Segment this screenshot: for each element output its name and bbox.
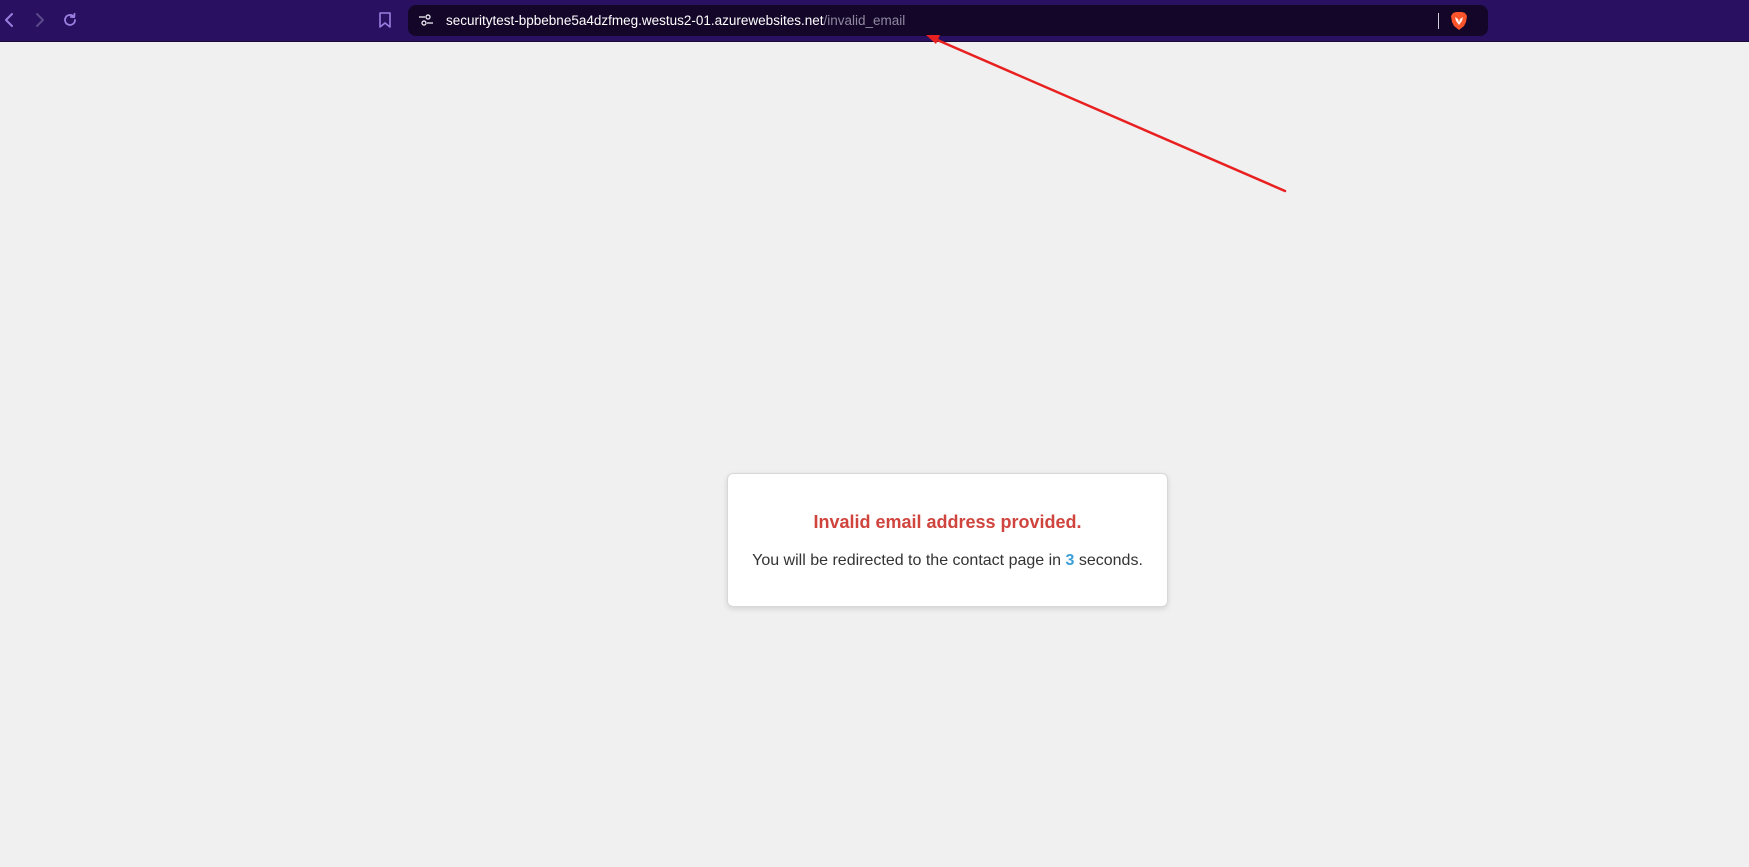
url-divider	[1438, 13, 1439, 29]
chevron-left-icon	[5, 13, 13, 27]
back-button[interactable]	[0, 8, 22, 32]
forward-button[interactable]	[27, 8, 51, 32]
site-info-button[interactable]	[416, 10, 436, 30]
redirect-text-before: You will be redirected to the contact pa…	[752, 552, 1066, 569]
address-bar[interactable]: securitytest-bpbebne5a4dzfmeg.westus2-01…	[408, 5, 1488, 36]
message-card: Invalid email address provided. You will…	[727, 473, 1168, 607]
browser-toolbar: securitytest-bpbebne5a4dzfmeg.westus2-01…	[0, 0, 1749, 42]
reload-button[interactable]	[58, 8, 82, 32]
redirect-message: You will be redirected to the contact pa…	[728, 552, 1167, 570]
chevron-right-icon	[36, 13, 44, 27]
tune-icon	[419, 14, 433, 26]
redirect-text-after: seconds.	[1074, 552, 1143, 569]
url-path: /invalid_email	[823, 13, 906, 28]
reload-icon	[64, 12, 76, 26]
error-title: Invalid email address provided.	[813, 512, 1082, 532]
url-text[interactable]: securitytest-bpbebne5a4dzfmeg.westus2-01…	[446, 12, 905, 29]
annotation-arrow	[926, 35, 1287, 193]
brave-shields-button[interactable]	[1448, 10, 1470, 32]
bookmark-button[interactable]	[374, 8, 396, 32]
url-host: securitytest-bpbebne5a4dzfmeg.westus2-01…	[446, 13, 824, 28]
brave-lion-icon	[1451, 12, 1467, 30]
bookmark-icon	[379, 12, 391, 28]
arrow-shaft	[933, 37, 1287, 193]
